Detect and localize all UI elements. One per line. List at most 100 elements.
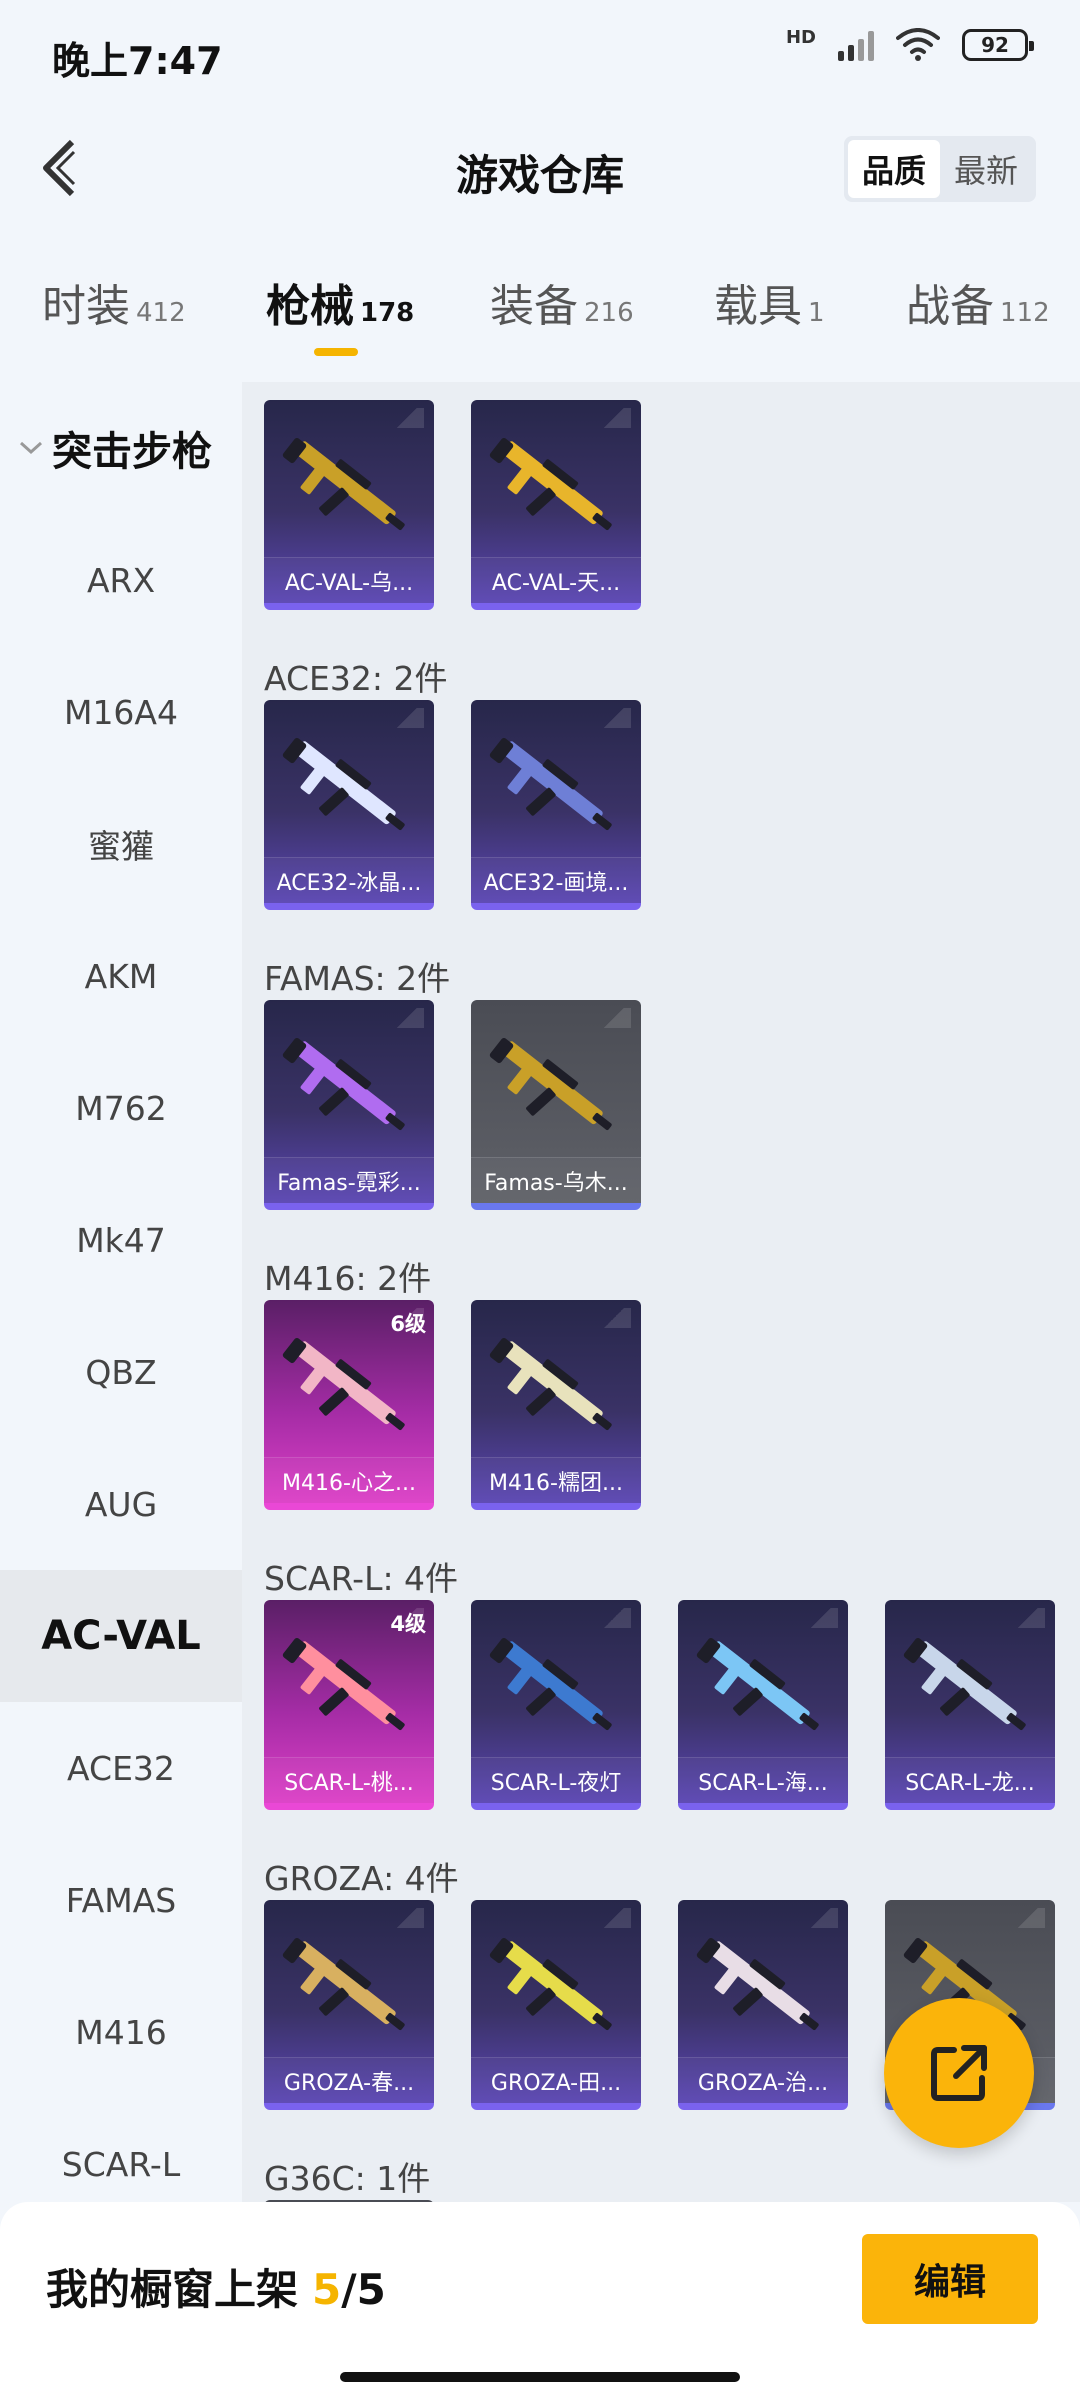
status-time: 晚上7:47	[52, 39, 223, 83]
rifle-icon	[282, 1937, 405, 2031]
level-badge: 6级	[390, 1312, 426, 1336]
rifle-icon	[489, 1037, 612, 1131]
skin-name: Famas-乌木...	[471, 1157, 641, 1203]
skin-card[interactable]: GROZA-治...	[678, 1900, 848, 2110]
share-external-icon	[931, 2045, 987, 2101]
weapon-type-sidebar: 突击步枪 ARX M16A4 蜜獾 AKM M762 Mk47 QBZ AUG …	[0, 382, 242, 2202]
edit-button[interactable]: 编辑	[862, 2234, 1038, 2324]
sidebar-item[interactable]: M416	[0, 1966, 242, 2098]
sort-toggle: 品质 最新	[843, 136, 1036, 202]
skin-card[interactable]: AC-VAL-天...	[471, 400, 641, 610]
rifle-icon	[489, 1937, 612, 2031]
rifle-icon	[489, 1637, 612, 1731]
showcase-current: 5	[312, 2265, 342, 2314]
sidebar-item[interactable]: ARX	[0, 514, 242, 646]
skin-name: SCAR-L-龙...	[885, 1757, 1055, 1803]
wifi-icon	[896, 28, 940, 61]
skin-name: SCAR-L-桃...	[264, 1757, 434, 1803]
skin-card[interactable]: AC-VAL-乌...	[264, 400, 434, 610]
home-indicator[interactable]	[340, 2372, 740, 2382]
sort-by-latest[interactable]: 最新	[940, 140, 1032, 198]
sidebar-item[interactable]: Mk47	[0, 1174, 242, 1306]
battery-icon: 92	[962, 29, 1034, 61]
skin-name: M416-糯团...	[471, 1457, 641, 1503]
skin-card[interactable]: GROZA-春...	[264, 1900, 434, 2110]
bottom-bar: 我的橱窗上架 5 /5 编辑	[0, 2202, 1080, 2400]
active-tab-indicator	[314, 348, 358, 356]
skin-name: GROZA-田...	[471, 2057, 641, 2103]
skin-card[interactable]: ACE32-画境...	[471, 700, 641, 910]
hd-icon: HD	[785, 26, 816, 48]
sidebar-group-label: 突击步枪	[52, 429, 212, 475]
section-title: M416: 2件	[264, 1259, 432, 1298]
level-badge: 4级	[390, 1612, 426, 1636]
skin-name: GROZA-春...	[264, 2057, 434, 2103]
tab-vehicles[interactable]: 载具 1	[714, 270, 825, 334]
sidebar-item[interactable]: M16A4	[0, 646, 242, 778]
section-title: ACE32: 2件	[264, 659, 448, 698]
sidebar-item[interactable]: ACE32	[0, 1702, 242, 1834]
skin-card[interactable]: Famas-乌木...	[471, 1000, 641, 1210]
skin-name: M416-心之...	[264, 1457, 434, 1503]
skin-name: Famas-霓彩...	[264, 1157, 434, 1203]
rifle-icon	[282, 1337, 405, 1431]
sidebar-item-active[interactable]: AC-VAL	[0, 1570, 242, 1702]
rifle-icon	[903, 1637, 1026, 1731]
sidebar-item[interactable]: QBZ	[0, 1306, 242, 1438]
rifle-icon	[489, 437, 612, 531]
skin-grid: AC-VAL-乌... AC-VAL-天... ACE32: 2件 ACE32-冰晶.…	[242, 382, 1080, 2202]
tab-fashion[interactable]: 时装 412	[42, 270, 186, 334]
skin-name: AC-VAL-天...	[471, 557, 641, 603]
tab-label: 战备	[906, 281, 994, 332]
rifle-icon	[282, 1637, 405, 1731]
skin-name: GROZA-治...	[678, 2057, 848, 2103]
status-icons: HD 92	[785, 26, 1034, 62]
rifle-icon	[696, 1937, 819, 2031]
tab-count: 216	[584, 298, 634, 328]
rifle-icon	[282, 737, 405, 831]
tab-count: 412	[136, 298, 186, 328]
tab-equipment[interactable]: 装备 216	[490, 270, 634, 334]
status-bar: 晚上7:47 HD 92	[0, 0, 1080, 110]
skin-card[interactable]: M416-糯团...	[471, 1300, 641, 1510]
tab-label: 载具	[714, 281, 802, 332]
section-title: FAMAS: 2件	[264, 959, 451, 998]
skin-name: SCAR-L-海...	[678, 1757, 848, 1803]
share-button[interactable]	[884, 1998, 1034, 2148]
skin-name: SCAR-L-夜灯	[471, 1757, 641, 1803]
sidebar-item[interactable]: M762	[0, 1042, 242, 1174]
rifle-icon	[489, 737, 612, 831]
skin-name: AC-VAL-乌...	[264, 557, 434, 603]
chevron-down-icon	[19, 441, 43, 455]
skin-name: ACE32-冰晶...	[264, 857, 434, 903]
signal-icon	[838, 29, 874, 61]
skin-card[interactable]: GROZA-田...	[471, 1900, 641, 2110]
skin-card[interactable]: SCAR-L-龙...	[885, 1600, 1055, 1810]
tab-label: 时装	[42, 281, 130, 332]
sidebar-item[interactable]: AUG	[0, 1438, 242, 1570]
showcase-status: 我的橱窗上架 5 /5	[46, 2256, 386, 2317]
sidebar-group-assault-rifles[interactable]: 突击步枪	[0, 382, 242, 514]
sidebar-item[interactable]: 蜜獾	[0, 778, 242, 910]
skin-card[interactable]: Famas-霓彩...	[264, 1000, 434, 1210]
showcase-label: 我的橱窗上架	[46, 2265, 299, 2314]
sort-by-quality[interactable]: 品质	[847, 140, 940, 198]
tab-label: 枪械	[266, 281, 354, 332]
skin-card[interactable]: ACE32-冰晶...	[264, 700, 434, 910]
section-title: SCAR-L: 4件	[264, 1559, 459, 1598]
tab-firearms[interactable]: 枪械 178	[266, 270, 414, 334]
rifle-icon	[489, 1337, 612, 1431]
skin-card[interactable]: SCAR-L-海...	[678, 1600, 848, 1810]
skin-card[interactable]: 6级 M416-心之...	[264, 1300, 434, 1510]
rifle-icon	[282, 1037, 405, 1131]
sidebar-item[interactable]: AKM	[0, 910, 242, 1042]
rifle-icon	[696, 1637, 819, 1731]
skin-card[interactable]: SCAR-L-夜灯	[471, 1600, 641, 1810]
skin-card[interactable]: 4级 SCAR-L-桃...	[264, 1600, 434, 1810]
section-title: G36C: 1件	[264, 2159, 431, 2198]
tab-count: 112	[1000, 298, 1050, 328]
sidebar-item[interactable]: FAMAS	[0, 1834, 242, 1966]
header: 游戏仓库 品质 最新	[0, 130, 1080, 210]
tab-count: 178	[360, 298, 415, 328]
tab-supplies[interactable]: 战备 112	[906, 270, 1050, 334]
